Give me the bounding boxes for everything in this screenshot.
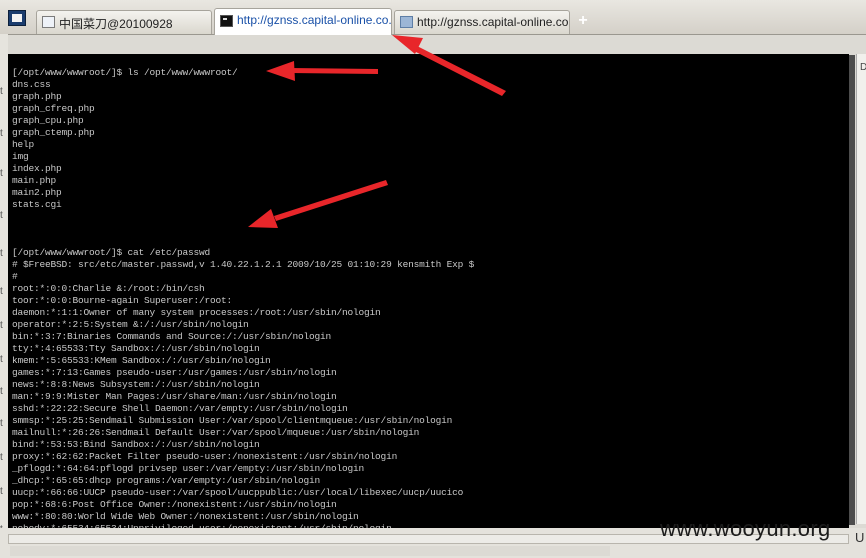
tab-label: 中国菜刀@20100928 xyxy=(59,17,173,31)
terminal-line: # xyxy=(12,271,18,282)
terminal-line: main.php xyxy=(12,175,57,186)
terminal-line: stats.cgi xyxy=(12,199,62,210)
gutter-glyph: t xyxy=(0,486,3,497)
watermark-text: www.wooyun.org xyxy=(660,516,831,541)
terminal-line: graph_cfreq.php xyxy=(12,103,95,114)
terminal-line: news:*:8:8:News Subsystem:/:/usr/sbin/no… xyxy=(12,379,260,390)
terminal-line: index.php xyxy=(12,163,62,174)
tab-bar: 中国菜刀@20100928 http://gznss.capital-onlin… xyxy=(0,0,866,35)
gutter-glyph: t xyxy=(0,86,3,97)
terminal-output[interactable]: [/opt/www/wwwroot/]$ ls /opt/www/wwwroot… xyxy=(8,54,849,528)
terminal-line: tty:*:4:65533:Tty Sandbox:/:/usr/sbin/no… xyxy=(12,343,260,354)
terminal-line: graph_cpu.php xyxy=(12,115,84,126)
terminal-line: root:*:0:0:Charlie &:/root:/bin/csh xyxy=(12,283,205,294)
terminal-icon xyxy=(220,15,233,27)
right-panel-label: D xyxy=(860,62,866,73)
terminal-scrollbar[interactable] xyxy=(849,55,855,525)
terminal-line: graph.php xyxy=(12,91,62,102)
terminal-line: games:*:7:13:Games pseudo-user:/usr/game… xyxy=(12,367,337,378)
terminal-line: pop:*:68:6:Post Office Owner:/nonexisten… xyxy=(12,499,337,510)
gutter-glyph: t xyxy=(0,320,3,331)
left-gutter: t t t t t t t t t t t t t xyxy=(0,34,8,558)
folder-icon xyxy=(400,16,413,28)
terminal-line: [/opt/www/wwwroot/]$ ls /opt/www/wwwroot… xyxy=(12,67,238,78)
window-menu-icon[interactable] xyxy=(8,10,26,26)
terminal-line: help xyxy=(12,139,35,150)
terminal-line: _dhcp:*:65:65:dhcp programs:/var/empty:/… xyxy=(12,475,321,486)
tab-terminal[interactable]: http://gznss.capital-online.co... xyxy=(214,8,392,35)
terminal-line: uucp:*:66:66:UUCP pseudo-user:/var/spool… xyxy=(12,487,464,498)
terminal-line: proxy:*:62:62:Packet Filter pseudo-user:… xyxy=(12,451,398,462)
screenshot-root: 中国菜刀@20100928 http://gznss.capital-onlin… xyxy=(0,0,866,558)
page-icon xyxy=(42,16,55,28)
tab-label: http://gznss.capital-online.co... xyxy=(237,13,392,27)
terminal-line: dns.css xyxy=(12,79,51,90)
new-tab-button[interactable]: + xyxy=(574,12,592,30)
gutter-glyph: t xyxy=(0,168,3,179)
gutter-glyph: t xyxy=(0,210,3,221)
terminal-line: [/opt/www/wwwroot/]$ cat /etc/passwd xyxy=(12,247,211,258)
terminal-line: toor:*:0:0:Bourne-again Superuser:/root: xyxy=(12,295,233,306)
gutter-glyph: t xyxy=(0,452,3,463)
terminal-line: www:*:80:80:World Wide Web Owner:/nonexi… xyxy=(12,511,359,522)
gutter-glyph: t xyxy=(0,128,3,139)
tab-label: http://gznss.capital-online.co... xyxy=(417,15,570,29)
gutter-glyph: t xyxy=(0,354,3,365)
terminal-line: # $FreeBSD: src/etc/master.passwd,v 1.40… xyxy=(12,259,475,270)
corner-text: U xyxy=(855,530,865,545)
terminal-line: sshd:*:22:22:Secure Shell Daemon:/var/em… xyxy=(12,403,348,414)
terminal-line: kmem:*:5:65533:KMem Sandbox:/:/usr/sbin/… xyxy=(12,355,271,366)
terminal-line: bin:*:3:7:Binaries Commands and Source:/… xyxy=(12,331,332,342)
gutter-glyph: t xyxy=(0,418,3,429)
terminal-line: smmsp:*:25:25:Sendmail Submission User:/… xyxy=(12,415,453,426)
right-side-panel xyxy=(856,54,866,524)
terminal-line: main2.php xyxy=(12,187,62,198)
terminal-line: graph_ctemp.php xyxy=(12,127,95,138)
gutter-glyph: t xyxy=(0,386,3,397)
terminal-line: daemon:*:1:1:Owner of many system proces… xyxy=(12,307,381,318)
terminal-line: operator:*:2:5:System &:/:/usr/sbin/nolo… xyxy=(12,319,249,330)
terminal-line: img xyxy=(12,151,29,162)
status-strip xyxy=(10,546,610,556)
terminal-line: bind:*:53:53:Bind Sandbox:/:/usr/sbin/no… xyxy=(12,439,260,450)
terminal-line: mailnull:*:26:26:Sendmail Default User:/… xyxy=(12,427,420,438)
tab-file-manager[interactable]: http://gznss.capital-online.co... xyxy=(394,10,570,34)
terminal-line: man:*:9:9:Mister Man Pages:/usr/share/ma… xyxy=(12,391,337,402)
gutter-glyph: t xyxy=(0,286,3,297)
gutter-glyph: t xyxy=(0,248,3,259)
tab-caidao[interactable]: 中国菜刀@20100928 xyxy=(36,10,212,34)
terminal-line: _pflogd:*:64:64:pflogd privsep user:/var… xyxy=(12,463,365,474)
